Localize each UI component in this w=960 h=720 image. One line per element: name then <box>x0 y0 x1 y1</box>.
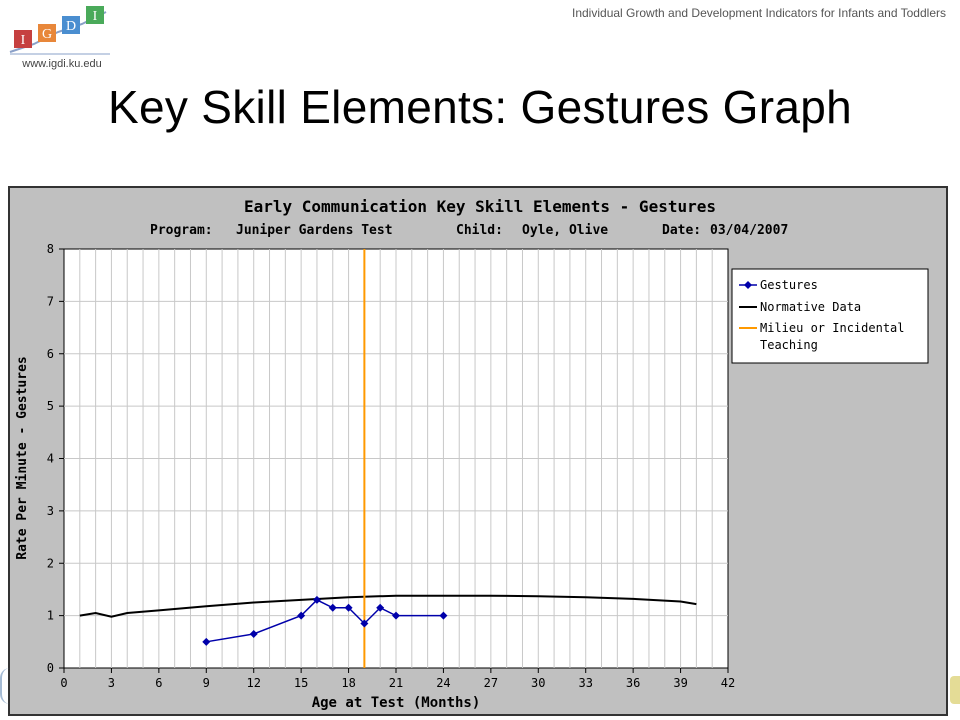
y-tick-label: 2 <box>47 556 54 570</box>
chart-program-label: Program: <box>150 223 213 238</box>
x-tick-label: 36 <box>626 676 640 690</box>
y-tick-label: 8 <box>47 242 54 256</box>
logo-letter-3: D <box>66 19 76 34</box>
x-tick-label: 21 <box>389 676 403 690</box>
legend-normative-label: Normative Data <box>760 300 861 314</box>
legend-gestures-label: Gestures <box>760 278 818 292</box>
x-tick-label: 30 <box>531 676 545 690</box>
x-tick-label: 18 <box>341 676 355 690</box>
x-tick-label: 42 <box>721 676 735 690</box>
x-tick-label: 15 <box>294 676 308 690</box>
chart-title: Early Communication Key Skill Elements -… <box>244 197 716 216</box>
x-tick-label: 33 <box>578 676 592 690</box>
slide-header-subtitle: Individual Growth and Development Indica… <box>572 6 946 20</box>
legend-teaching-label-line-2: Teaching <box>760 338 818 352</box>
legend-teaching-label-line-1: Milieu or Incidental <box>760 321 905 335</box>
logo-graphic: I G D I <box>9 6 110 55</box>
x-tick-label: 39 <box>673 676 687 690</box>
logo-letter-4: I <box>93 9 98 24</box>
legend: Gestures Normative Data Milieu or Incide… <box>731 268 929 364</box>
slide-title: Key Skill Elements: Gestures Graph <box>108 81 852 133</box>
y-tick-label: 5 <box>47 399 54 413</box>
y-tick-label: 7 <box>47 294 54 308</box>
chart-frame: Early Communication Key Skill Elements -… <box>8 186 948 716</box>
y-tick-label: 6 <box>47 347 54 361</box>
chart-date-value: 03/04/2007 <box>710 223 788 238</box>
logo-letter-2: G <box>42 27 52 42</box>
y-axis-label: Rate Per Minute - Gestures <box>15 356 30 560</box>
corner-decoration-right <box>950 676 960 704</box>
chart-child-label: Child: <box>456 223 503 238</box>
chart-date-label: Date: <box>662 223 701 238</box>
x-tick-label: 27 <box>484 676 498 690</box>
y-tick-label: 1 <box>47 609 54 623</box>
chart-program-value: Juniper Gardens Test <box>236 223 393 238</box>
x-tick-label: 9 <box>203 676 210 690</box>
chart-child-value: Oyle, Olive <box>522 223 608 238</box>
y-tick-label: 0 <box>47 661 54 675</box>
x-tick-label: 12 <box>246 676 260 690</box>
x-tick-label: 3 <box>108 676 115 690</box>
corner-decoration-left <box>0 668 10 704</box>
logo-url[interactable]: www.igdi.ku.edu <box>6 58 118 70</box>
gestures-chart: Early Communication Key Skill Elements -… <box>10 188 946 714</box>
x-tick-label: 24 <box>436 676 450 690</box>
x-axis-label: Age at Test (Months) <box>312 695 481 711</box>
x-tick-label: 6 <box>155 676 162 690</box>
y-tick-label: 4 <box>47 452 54 466</box>
x-tick-label: 0 <box>60 676 67 690</box>
igdi-logo: I G D I www.igdi.ku.edu <box>6 2 116 72</box>
y-tick-label: 3 <box>47 504 54 518</box>
logo-letter-1: I <box>21 33 26 48</box>
